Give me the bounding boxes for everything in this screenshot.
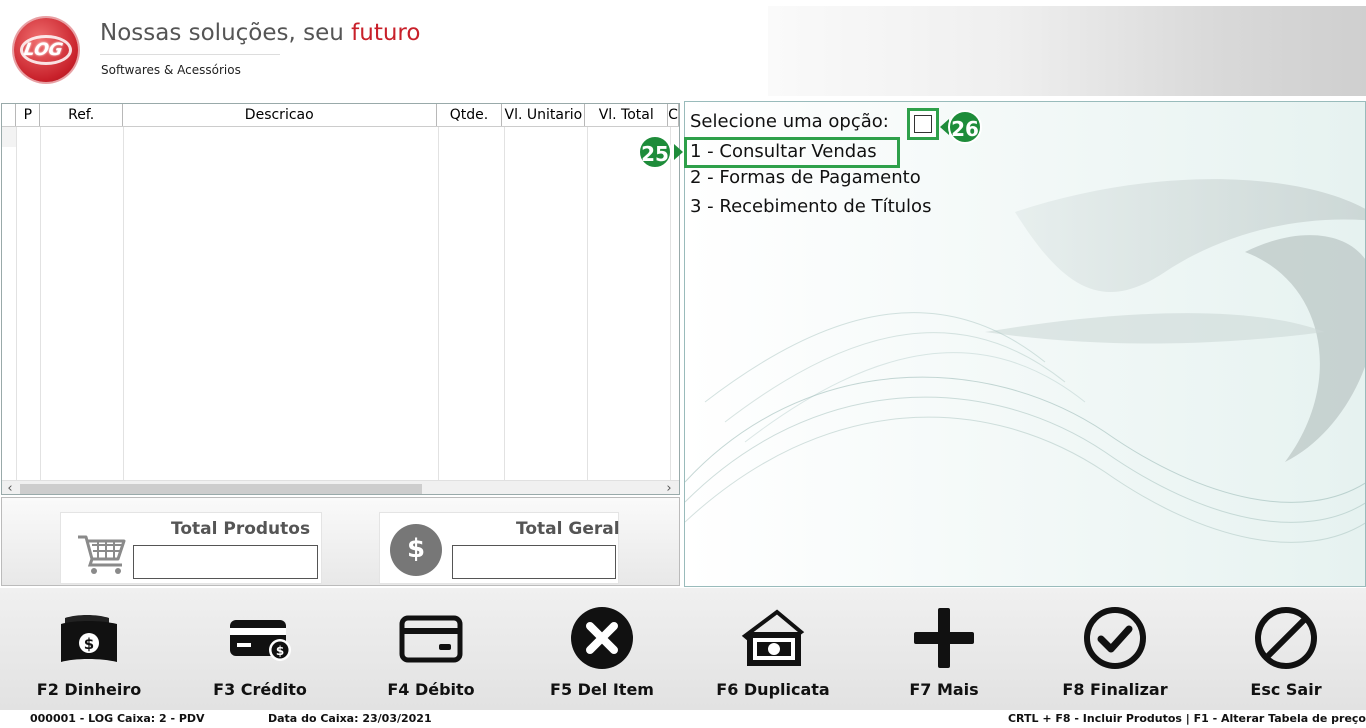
plus-icon (914, 608, 974, 668)
f4-debito-label: F4 Débito (387, 680, 475, 699)
scroll-right-icon[interactable]: › (661, 481, 677, 494)
f2-dinheiro-label: F2 Dinheiro (36, 680, 142, 699)
cash-icon: $ (61, 615, 117, 662)
f3-credito-button[interactable]: $ F3 Crédito (185, 588, 335, 708)
debit-card-icon (399, 615, 463, 663)
total-produtos-label: Total Produtos (171, 519, 311, 539)
menu-prompt: Selecione uma opção: (690, 111, 889, 132)
svg-text:$: $ (84, 635, 94, 653)
total-geral-label: Total Geral (516, 519, 620, 539)
menu-option-2[interactable]: 2 - Formas de Pagamento (690, 167, 921, 188)
duplicata-icon (741, 609, 805, 666)
col-header-descricao[interactable]: Descricao (122, 104, 437, 127)
col-header-p[interactable]: P (15, 104, 41, 127)
function-toolbar: $ F2 Dinheiro $ F3 Crédito F4 Débito F5 … (0, 588, 1366, 710)
f4-debito-button[interactable]: F4 Débito (356, 588, 506, 708)
col-header-ref[interactable]: Ref. (39, 104, 123, 127)
log-logo: LOG (14, 18, 78, 82)
slogan: Nossas soluções, seu futuro (100, 20, 421, 46)
total-geral-field[interactable] (452, 545, 616, 579)
check-circle-icon (1084, 607, 1146, 669)
col-header-vl-unitario[interactable]: Vl. Unitario (501, 104, 586, 127)
f8-finalizar-button[interactable]: F8 Finalizar (1040, 588, 1190, 708)
col-header-qtde[interactable]: Qtde. (436, 104, 503, 127)
option-input[interactable] (907, 108, 939, 140)
f7-mais-label: F7 Mais (909, 680, 979, 699)
menu-option-1[interactable]: 1 - Consultar Vendas (690, 141, 877, 162)
items-grid[interactable]: P Ref. Descricao Qtde. Vl. Unitario Vl. … (1, 103, 680, 495)
option-input-field[interactable] (914, 115, 932, 133)
status-caixa: 000001 - LOG Caixa: 2 - PDV (30, 712, 205, 725)
scroll-thumb[interactable] (20, 484, 422, 494)
f6-duplicata-label: F6 Duplicata (716, 680, 830, 699)
status-data-caixa: Data do Caixa: 23/03/2021 (268, 712, 432, 725)
col-header-c[interactable]: C (667, 104, 679, 127)
header-divider (100, 54, 280, 55)
f5-del-item-button[interactable]: F5 Del Item (527, 588, 677, 708)
status-shortcuts: CRTL + F8 - Incluir Produtos | F1 - Alte… (1007, 712, 1366, 725)
dollar-coin-icon: $ (390, 524, 442, 576)
row-selector[interactable] (2, 127, 16, 147)
forbidden-icon (1255, 607, 1317, 669)
horizontal-scrollbar[interactable]: ‹ › (2, 480, 679, 494)
logo-text: LOG (22, 40, 65, 60)
f6-duplicata-button[interactable]: F6 Duplicata (698, 588, 848, 708)
delete-x-icon (571, 607, 633, 669)
credit-card-icon: $ (230, 620, 291, 661)
esc-sair-label: Esc Sair (1250, 680, 1322, 699)
f7-mais-button[interactable]: F7 Mais (869, 588, 1019, 708)
header-banner (768, 6, 1366, 96)
f5-del-item-label: F5 Del Item (550, 680, 654, 699)
slogan-subtitle: Softwares & Acessórios (101, 63, 241, 77)
svg-text:$: $ (276, 644, 284, 658)
callout-badge-25: 25 (638, 135, 672, 169)
menu-option-3[interactable]: 3 - Recebimento de Títulos (690, 196, 931, 217)
esc-sair-button[interactable]: Esc Sair (1211, 588, 1361, 708)
status-bar: 000001 - LOG Caixa: 2 - PDV Data do Caix… (0, 710, 1366, 728)
total-produtos-field[interactable] (133, 545, 318, 579)
callout-badge-26: 26 (948, 110, 982, 144)
shopping-cart-icon (78, 535, 126, 574)
col-header-vl-total[interactable]: Vl. Total (584, 104, 669, 127)
f2-dinheiro-button[interactable]: $ F2 Dinheiro (14, 588, 164, 708)
scroll-left-icon[interactable]: ‹ (2, 481, 18, 494)
grid-body[interactable] (2, 127, 679, 482)
f3-credito-label: F3 Crédito (213, 680, 307, 699)
f8-finalizar-label: F8 Finalizar (1062, 680, 1168, 699)
row-selector-header (2, 104, 17, 127)
items-table-header: P Ref. Descricao Qtde. Vl. Unitario Vl. … (2, 104, 679, 127)
app-header: LOG Nossas soluções, seu futuro Software… (0, 0, 1366, 100)
